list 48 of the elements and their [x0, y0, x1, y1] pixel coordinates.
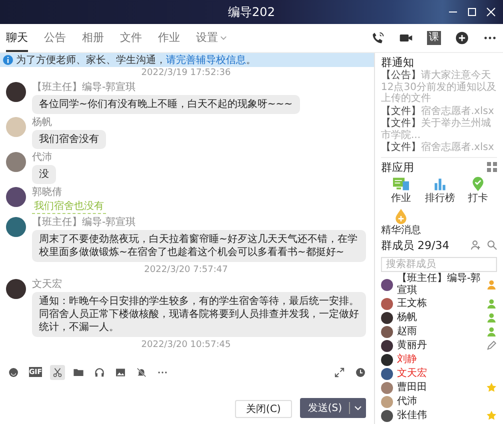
message-bubble: 通知：昨晚午今日安排的学生较多，有的学生宿舍等待，最后统一安排。同宿舍人员正常下楼做核酸，现请各院将要到人员排查并发我，一定做好统计，不漏一人。	[32, 292, 366, 337]
member-name[interactable]: 王文栋	[397, 298, 482, 310]
sender-name: 【班主任】编导-郭宣琪	[32, 217, 136, 229]
notice-item[interactable]: 【文件】宿舍志愿者.xlsx	[381, 106, 497, 117]
section-title: 群通知	[381, 56, 414, 69]
app-label[interactable]: 作业	[391, 192, 411, 204]
app-label[interactable]: 打卡	[468, 192, 488, 204]
message-bubble: 我们宿舍没有	[32, 130, 106, 149]
app-label[interactable]: 排行榜	[425, 192, 455, 204]
member-name[interactable]: 文天宏	[397, 368, 497, 380]
classroom-icon[interactable]: 课	[427, 31, 441, 45]
banner-text: 为了方便老师、家长、学生沟通，请完善辅导校信息。	[16, 54, 256, 67]
tab[interactable]: 公告	[44, 24, 66, 52]
notice-item[interactable]: 【文件】宿舍志愿者.xlsx	[381, 142, 497, 154]
notice-item[interactable]: 【公告】请大家注意今天12点30分前发的通知以及上传的文件	[381, 70, 497, 104]
message-bubble: 没	[32, 165, 56, 184]
member-name[interactable]: 代沛	[397, 396, 497, 408]
timestamp: 2022/3/20 10:57:45	[141, 340, 231, 351]
member-name[interactable]: 张佳伟	[397, 410, 482, 422]
sender-name: 文天宏	[32, 279, 62, 291]
sender-name: 杨帆	[32, 117, 52, 129]
sender-name: 【班主任】编导-郭宣琪	[32, 82, 136, 94]
message-bubble: 周末了不要使劲熬夜玩，白天拉着窗帘睡~好歹这几天天气还不错，在学校里面多做做锻炼~在宿舍了也趁着这个机会可以多看看书~都挺好~	[32, 230, 366, 262]
sticker-text: 我们宿舍也没有	[32, 200, 106, 214]
notice-item[interactable]: 【文件】关于举办兰州城市学院...	[381, 118, 497, 141]
send-button[interactable]: 发送(S)	[300, 398, 366, 418]
tab[interactable]: 文件	[120, 24, 142, 52]
tab[interactable]: 相册	[82, 24, 104, 52]
tab[interactable]: 作业	[158, 24, 180, 52]
member-name[interactable]: 黄丽丹	[397, 340, 482, 352]
search-field[interactable]: 搜索群成员	[381, 256, 497, 272]
member-name[interactable]: 【班主任】编导-郭宣琪	[397, 272, 482, 296]
sender-name: 郭晓倩	[32, 187, 62, 199]
close-button[interactable]: 关闭(C)	[235, 400, 292, 418]
member-name[interactable]: 刘静	[397, 354, 497, 366]
sender-name: 代沛	[32, 152, 52, 164]
member-name[interactable]: 曹田田	[397, 382, 482, 394]
banner-link[interactable]: 请完善辅导校信息	[166, 55, 246, 66]
member-name[interactable]: 杨帆	[397, 312, 482, 324]
message-bubble: 各位同学~你们有没有晚上不睡，白天不起的现象呀~~~	[32, 95, 300, 114]
section-title: 群成员 29/34	[381, 238, 450, 252]
timestamp: 2022/3/20 7:57:47	[144, 265, 228, 276]
section-title: 群应用	[381, 160, 414, 174]
member-name[interactable]: 赵雨	[397, 326, 482, 338]
window-title: 编导202	[228, 4, 275, 20]
app-label[interactable]: 精华消息	[381, 224, 421, 236]
timestamp: 2022/3/19 17:52:36	[141, 68, 231, 79]
tab[interactable]: 设置	[196, 24, 227, 52]
